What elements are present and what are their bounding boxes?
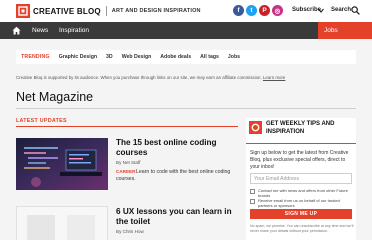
trending-link-graphic-design[interactable]: Graphic Design (59, 54, 97, 60)
sign-up-button[interactable]: SIGN ME UP (250, 209, 352, 219)
facebook-icon[interactable]: f (233, 5, 244, 16)
article-category[interactable]: CAREER (116, 169, 135, 174)
main-nav: News Inspiration (0, 22, 372, 39)
checkbox-row: Contact me with news and offers from oth… (250, 188, 352, 198)
trending-bar: TRENDING Graphic Design 3D Web Design Ad… (16, 50, 356, 64)
trending-link-3d[interactable]: 3D (106, 54, 113, 60)
search-button[interactable]: Search (331, 7, 351, 13)
chevron-down-icon[interactable] (318, 8, 324, 13)
learn-more-link[interactable]: Learn more (263, 75, 285, 80)
twitter-icon[interactable]: t (246, 5, 257, 16)
newsletter-fine-print: No spam, we promise. You can unsubscribe… (250, 224, 354, 233)
affiliate-notice: Creative Bloq is supported by its audien… (16, 75, 285, 80)
article-thumbnail[interactable] (16, 138, 108, 190)
newsletter-widget: GET WEEKLY TIPS AND INSPIRATION Sign up … (246, 118, 356, 240)
trending-link-adobe-deals[interactable]: Adobe deals (160, 54, 191, 60)
trending-label: TRENDING (21, 54, 50, 60)
site-logo[interactable]: CREATIVE BLOQ ART AND DESIGN INSPIRATION (16, 4, 201, 18)
newsletter-title: GET WEEKLY TIPS AND INSPIRATION (266, 121, 335, 135)
article-title[interactable]: The 15 best online coding courses (116, 138, 236, 158)
newsletter-header: GET WEEKLY TIPS AND INSPIRATION (246, 118, 356, 144)
article-thumbnail[interactable] (16, 206, 108, 240)
top-bar: CREATIVE BLOQ ART AND DESIGN INSPIRATION… (0, 0, 372, 22)
trending-link-all-tags[interactable]: All tags (200, 54, 219, 60)
title-divider (16, 108, 356, 109)
logo-mark-icon (16, 4, 30, 18)
pinterest-icon[interactable]: P (259, 5, 270, 16)
checkbox-label: Receive email from us on behalf of our t… (258, 198, 340, 208)
article-title[interactable]: 6 UX lessons you can learn in the toilet (116, 207, 236, 227)
logo-text: CREATIVE BLOQ (33, 6, 101, 16)
home-icon[interactable] (12, 26, 21, 35)
subscribe-button[interactable]: Subscribe (292, 7, 321, 13)
tagline: ART AND DESIGN INSPIRATION (111, 8, 201, 14)
logo-divider (105, 6, 107, 16)
search-icon[interactable] (351, 6, 360, 15)
trending-link-jobs[interactable]: Jobs (228, 54, 240, 60)
jobs-button[interactable]: Jobs (318, 22, 372, 39)
page-title: Net Magazine (16, 90, 94, 104)
checkbox-label: Contact me with news and offers from oth… (258, 188, 348, 198)
article-byline: By Chris How (116, 229, 144, 234)
trending-link-web-design[interactable]: Web Design (122, 54, 152, 60)
affiliate-text: Creative Bloq is supported by its audien… (16, 75, 262, 80)
newsletter-text: Sign up below to get the latest from Cre… (250, 150, 349, 170)
partners-checkbox[interactable] (250, 199, 255, 204)
checkbox-row: Receive email from us on behalf of our t… (250, 198, 352, 208)
email-field[interactable] (250, 173, 352, 184)
offers-checkbox[interactable] (250, 189, 255, 194)
section-heading: LATEST UPDATES (16, 118, 67, 124)
instagram-icon[interactable]: ◎ (272, 5, 283, 16)
section-divider (16, 126, 238, 127)
newsletter-logo-icon (249, 121, 262, 134)
nav-item-inspiration[interactable]: Inspiration (59, 27, 89, 34)
article-byline: By Net Staff (116, 160, 141, 165)
nav-item-news[interactable]: News (32, 27, 48, 34)
